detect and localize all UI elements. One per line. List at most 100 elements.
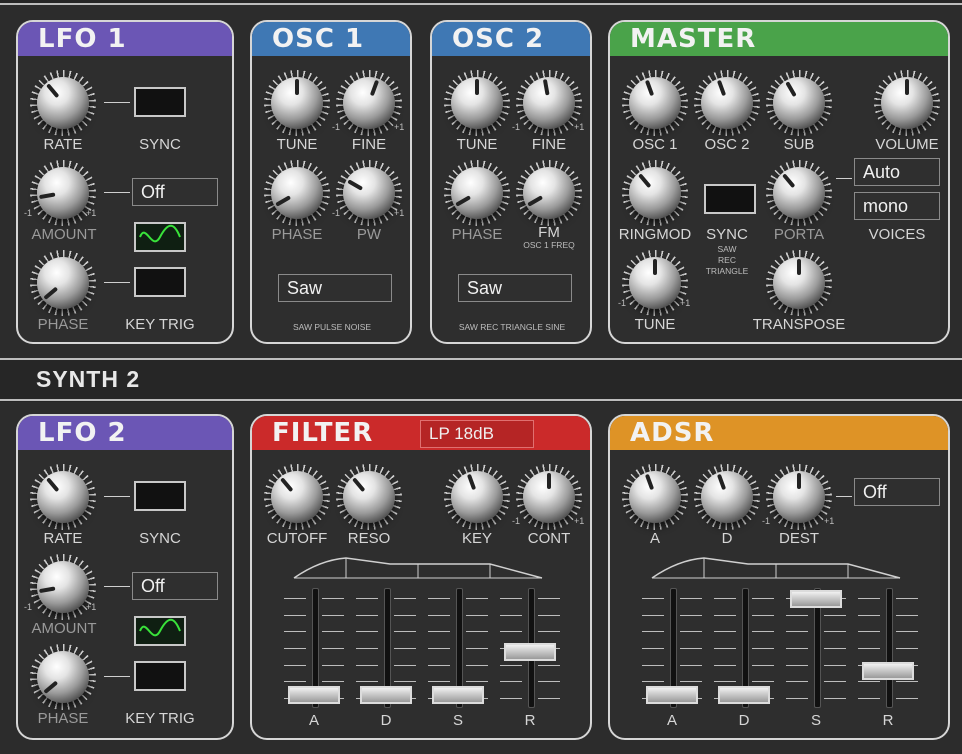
lfo1-panel: LFO 1 RATE SYNC -1 +1 Off AMOUNT PHASE K… <box>16 20 234 344</box>
fader-tick <box>538 664 560 666</box>
lfo1-rate-label: RATE <box>43 136 83 153</box>
osc1-fine-label: FINE <box>351 136 387 153</box>
lfo2-waveform-button[interactable] <box>134 616 186 646</box>
adsr-d-label: D <box>721 530 733 547</box>
osc2-phase-knob[interactable] <box>444 160 510 226</box>
master-ringmod-knob[interactable] <box>622 160 688 226</box>
fader-cap[interactable] <box>718 686 770 704</box>
fader-tick <box>284 614 306 616</box>
fader-tick <box>642 598 664 599</box>
adsr-a-knob[interactable] <box>622 464 688 530</box>
osc1-phase-knob[interactable] <box>264 160 330 226</box>
lfo1-amount-max: +1 <box>86 208 97 218</box>
master-transpose-label: TRANSPOSE <box>752 316 846 333</box>
filter-decay-fader[interactable] <box>356 588 416 708</box>
fader-tick <box>322 614 344 616</box>
osc2-tune-knob[interactable] <box>444 70 510 136</box>
adsr-decay-fader[interactable] <box>714 588 774 708</box>
fader-tick <box>896 614 918 616</box>
master-porta-knob[interactable] <box>766 160 832 226</box>
fader-tick <box>752 648 774 649</box>
osc2-fine-min: -1 <box>512 122 521 132</box>
osc2-fm-knob[interactable] <box>516 160 582 226</box>
master-voices-mode-select[interactable]: Auto <box>854 158 940 186</box>
master-tune-knob[interactable] <box>622 250 688 316</box>
lfo2-title: LFO 2 <box>38 418 127 448</box>
adsr-d-knob[interactable] <box>694 464 760 530</box>
master-sub-knob[interactable] <box>766 70 832 136</box>
filter-release-fader[interactable] <box>500 588 560 708</box>
osc2-fine-knob[interactable] <box>516 70 582 136</box>
osc1-fine-knob[interactable] <box>336 70 402 136</box>
lfo2-sync-toggle[interactable] <box>134 481 186 511</box>
lfo2-rate-knob[interactable] <box>30 464 96 530</box>
fader-tick <box>824 681 846 683</box>
fader-cap[interactable] <box>288 686 340 704</box>
lfo1-rate-knob[interactable] <box>30 70 96 136</box>
lfo1-sync-toggle[interactable] <box>134 87 186 117</box>
fader-cap[interactable] <box>646 686 698 704</box>
lfo1-rate-connector <box>104 102 130 103</box>
filter-cutoff-knob[interactable] <box>264 464 330 530</box>
fader-tick <box>284 664 306 666</box>
fader-tick <box>500 614 522 616</box>
osc1-tune-knob[interactable] <box>264 70 330 136</box>
fader-cap[interactable] <box>790 590 842 608</box>
adsr-dest-select[interactable]: Off <box>854 478 940 506</box>
filter-key-knob[interactable] <box>444 464 510 530</box>
lfo2-keytrig-label: KEY TRIG <box>125 710 195 727</box>
fader-tick <box>896 698 918 699</box>
fader-tick <box>284 648 306 649</box>
master-voices-type-select[interactable]: mono <box>854 192 940 220</box>
lfo1-sync-label: SYNC <box>139 136 181 153</box>
osc1-waveform-select[interactable]: Saw <box>278 274 392 302</box>
adsr-panel: ADSR -1 +1 Off A D DEST A D S R <box>608 414 950 740</box>
fader-tick <box>896 631 918 633</box>
adsr-sustain-fader[interactable] <box>786 588 846 708</box>
fader-tick <box>538 631 560 633</box>
master-volume-knob[interactable] <box>874 70 940 136</box>
fader-tick <box>752 681 774 683</box>
adsr-attack-fader[interactable] <box>642 588 702 708</box>
fader-tick <box>466 681 488 683</box>
osc2-fine-max: +1 <box>574 122 585 132</box>
fader-cap[interactable] <box>504 642 556 661</box>
fader-cap[interactable] <box>432 686 484 704</box>
filter-type-select[interactable]: LP 18dB <box>420 420 534 448</box>
lfo2-keytrig-toggle[interactable] <box>134 661 186 691</box>
lfo2-amount-connector <box>104 586 130 587</box>
fader-cap[interactable] <box>360 686 412 704</box>
lfo1-waveform-button[interactable] <box>134 222 186 252</box>
fader-tick <box>824 664 846 666</box>
lfo2-rate-connector <box>104 496 130 497</box>
fader-tick <box>680 598 702 599</box>
filter-cont-knob[interactable] <box>516 464 582 530</box>
fader-tick <box>786 648 808 649</box>
fader-tick <box>642 648 664 649</box>
master-osc2-knob[interactable] <box>694 70 760 136</box>
fader-tick <box>714 664 736 666</box>
fader-cap[interactable] <box>862 662 914 680</box>
lfo1-keytrig-label: KEY TRIG <box>125 316 195 333</box>
osc1-pw-knob[interactable] <box>336 160 402 226</box>
lfo1-keytrig-toggle[interactable] <box>134 267 186 297</box>
filter-attack-fader[interactable] <box>284 588 344 708</box>
master-transpose-knob[interactable] <box>766 250 832 316</box>
osc2-waveform-options: SAW REC TRIANGLE SINE <box>458 322 566 332</box>
filter-sustain-fader[interactable] <box>428 588 488 708</box>
lfo2-mode-select[interactable]: Off <box>132 572 218 600</box>
fader-tick <box>322 598 344 599</box>
filter-cont-max: +1 <box>574 516 585 526</box>
master-sync-toggle[interactable] <box>704 184 756 214</box>
lfo1-mode-select[interactable]: Off <box>132 178 218 206</box>
osc2-waveform-select[interactable]: Saw <box>458 274 572 302</box>
master-osc1-knob[interactable] <box>622 70 688 136</box>
fader-tick <box>356 614 378 616</box>
adsr-dest-knob[interactable] <box>766 464 832 530</box>
fader-tick <box>858 698 880 699</box>
adsr-release-fader[interactable] <box>858 588 918 708</box>
lfo1-amount-connector <box>104 192 130 193</box>
filter-reso-knob[interactable] <box>336 464 402 530</box>
lfo2-phase-knob[interactable] <box>30 644 96 710</box>
lfo1-phase-knob[interactable] <box>30 250 96 316</box>
